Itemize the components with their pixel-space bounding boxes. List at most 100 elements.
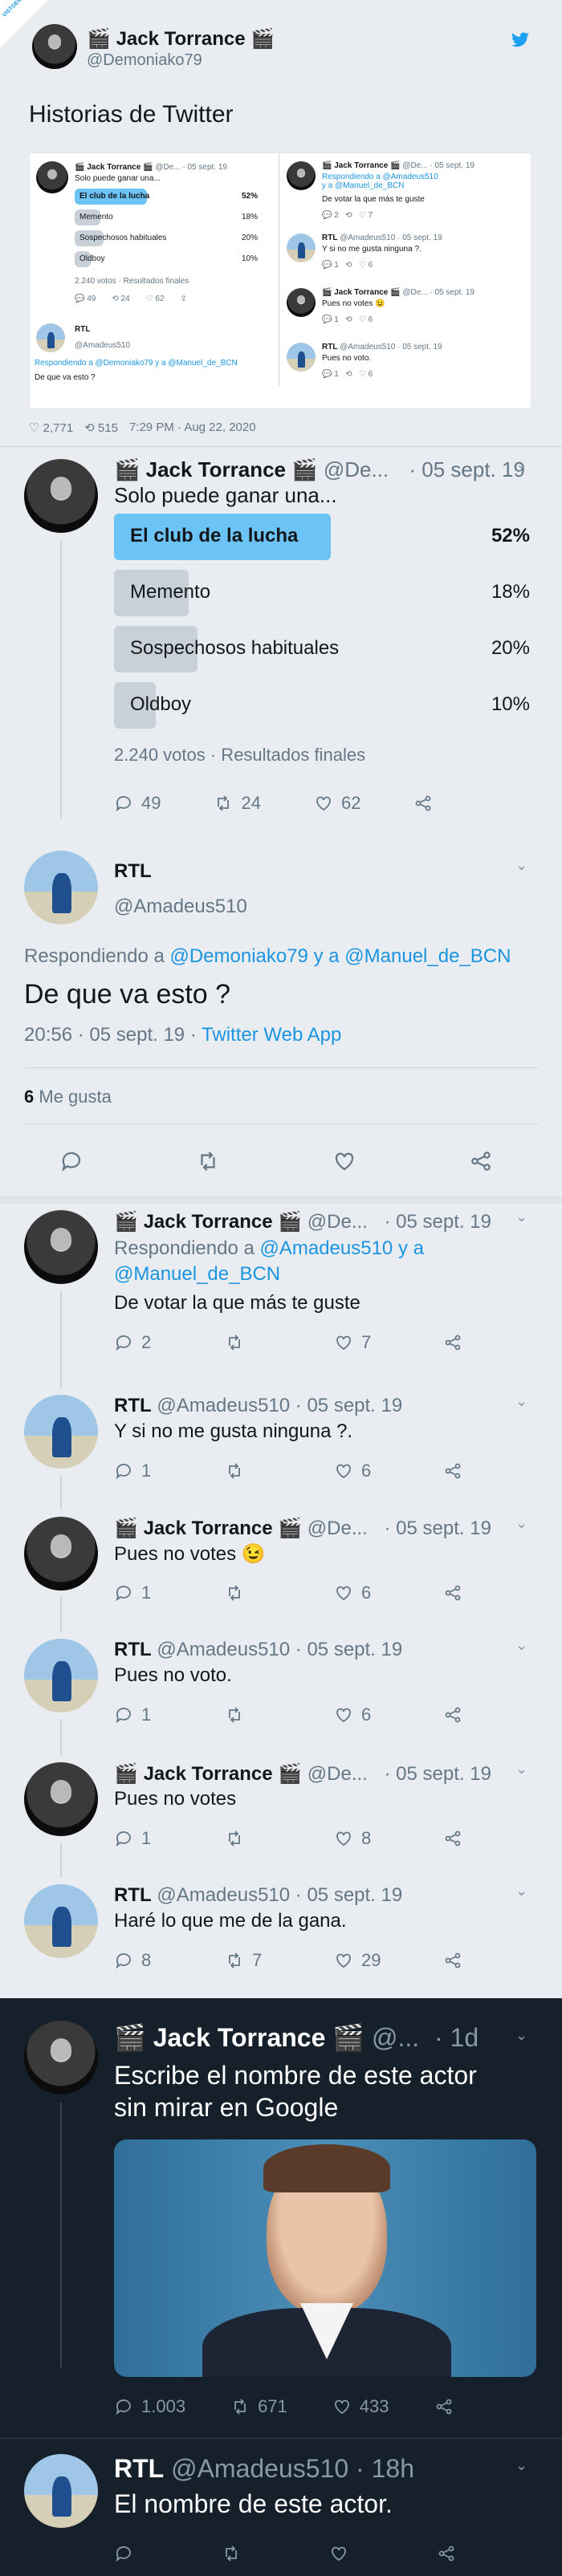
reply-header[interactable]: 🎬 Jack Torrance 🎬 @De... · 05 sept. 19 <box>114 1517 491 1540</box>
retweet-button[interactable]: 7 <box>225 1950 334 1971</box>
reply-button[interactable]: 2 <box>114 1332 225 1353</box>
reply-button[interactable]: 49 <box>114 793 161 814</box>
like-button[interactable]: 433 <box>332 2396 389 2417</box>
reply-button[interactable]: 1.003 <box>114 2396 185 2417</box>
share-button[interactable] <box>469 1149 493 1173</box>
actor-photo[interactable] <box>114 2139 536 2377</box>
focus-avatar[interactable] <box>24 851 98 924</box>
reply-header[interactable]: 🎬 Jack Torrance 🎬 @De... · 05 sept. 19 <box>114 1762 491 1786</box>
share-button[interactable] <box>443 1704 462 1725</box>
reply-text: Pues no voto. <box>114 1664 232 1686</box>
reply-text: Haré lo que me de la gana. <box>114 1910 347 1932</box>
like-button[interactable]: 29 <box>334 1950 443 1971</box>
reply-users-link[interactable]: @Demoniako79 y a @Manuel_de_BCN <box>169 945 511 967</box>
like-button[interactable]: 62 <box>314 793 360 814</box>
focus-handle[interactable]: @Amadeus510 <box>114 896 247 918</box>
reply-button[interactable] <box>59 1149 83 1173</box>
retweet-button[interactable] <box>225 1583 334 1603</box>
reply-avatar[interactable] <box>24 1884 98 1958</box>
like-button[interactable]: 7 <box>334 1332 443 1353</box>
reply-button[interactable]: 1 <box>114 1583 225 1603</box>
reply-header[interactable]: RTL @Amadeus510 · 05 sept. 19 <box>114 1884 402 1907</box>
divider <box>0 1196 562 1204</box>
chevron-down-icon[interactable]: ⌄ <box>515 2457 527 2474</box>
share-button[interactable] <box>434 2396 454 2417</box>
like-button[interactable] <box>329 2544 348 2563</box>
chevron-down-icon[interactable]: ⌄ <box>515 456 527 473</box>
chevron-down-icon[interactable]: ⌄ <box>515 857 527 874</box>
retweet-button[interactable] <box>196 1149 220 1173</box>
like-button[interactable] <box>332 1149 356 1173</box>
chevron-down-icon[interactable]: ⌄ <box>515 1393 527 1410</box>
mini-poll-label: Oldboy <box>79 254 105 263</box>
divider <box>0 446 562 447</box>
reply-avatar[interactable] <box>24 1762 98 1836</box>
mini-poll-label: Sospechosos habituales <box>79 234 167 242</box>
mini-poll-pct: 20% <box>242 234 259 242</box>
retweet-button[interactable] <box>225 1704 334 1725</box>
chevron-down-icon[interactable]: ⌄ <box>515 1883 527 1899</box>
reply-header[interactable]: RTL @Amadeus510 · 05 sept. 19 <box>114 1395 402 1417</box>
reply-avatar[interactable] <box>24 1395 98 1469</box>
header-name[interactable]: 🎬 Jack Torrance 🎬 <box>87 27 275 51</box>
focus-likes[interactable]: 6 Me gusta <box>24 1087 112 1107</box>
chevron-down-icon[interactable]: ⌄ <box>515 1209 527 1225</box>
tweet-header[interactable]: 🎬 Jack Torrance 🎬 @De... · 05 sept. 19 <box>114 457 525 482</box>
app-link[interactable]: Twitter Web App <box>202 1024 341 1046</box>
dark-avatar[interactable] <box>24 2021 98 2095</box>
retweet-button[interactable]: 24 <box>214 793 261 814</box>
focus-actions <box>59 1149 493 1173</box>
share-button[interactable] <box>443 1828 462 1849</box>
share-button[interactable] <box>443 1950 462 1971</box>
reply-button[interactable]: 1 <box>114 1828 225 1849</box>
actor-hair <box>263 2144 390 2192</box>
like-button[interactable]: 6 <box>334 1704 443 1725</box>
share-button[interactable] <box>443 1461 462 1481</box>
retweet-button[interactable] <box>225 1461 334 1481</box>
divider <box>24 1123 538 1124</box>
chevron-down-icon[interactable]: ⌄ <box>515 1761 527 1778</box>
reply-avatar[interactable] <box>24 1639 98 1713</box>
tweet-avatar[interactable] <box>24 459 98 533</box>
share-button[interactable] <box>443 1583 462 1603</box>
poll-votes: 2.240 votos · Resultados finales <box>114 745 366 765</box>
reply-button[interactable] <box>114 2544 133 2563</box>
reply-button[interactable]: 1 <box>114 1461 225 1481</box>
mini-reply-text: De que va esto ? <box>35 373 96 381</box>
chevron-down-icon[interactable]: ⌄ <box>515 1637 527 1654</box>
reply-header[interactable]: RTL @Amadeus510 · 05 sept. 19 <box>114 1639 402 1661</box>
retweet-button[interactable]: 671 <box>230 2396 287 2417</box>
reply-avatar[interactable] <box>24 1210 98 1284</box>
reply-actions: 16 <box>114 1704 462 1725</box>
share-button[interactable] <box>413 793 433 814</box>
share-button[interactable] <box>443 1332 462 1353</box>
share-button[interactable] <box>437 2544 456 2563</box>
mini-screenshot: 🎬 Jack Torrance 🎬 @De... · 05 sept. 19 S… <box>29 152 531 409</box>
dark-rtl-header[interactable]: RTL @Amadeus510 · 18h <box>114 2454 414 2484</box>
focus-name[interactable]: RTL <box>114 860 152 883</box>
mini-avatar <box>36 161 68 193</box>
dark-actions: 1.003 671 433 <box>114 2396 454 2417</box>
reply-avatar[interactable] <box>24 1517 98 1591</box>
retweet-button[interactable] <box>222 2544 241 2563</box>
chevron-down-icon[interactable]: ⌄ <box>515 2027 527 2044</box>
like-button[interactable]: 6 <box>334 1461 443 1481</box>
poll-option-label: El club de la lucha <box>130 525 299 546</box>
poll-option-label: Oldboy <box>130 693 192 715</box>
chevron-down-icon[interactable]: ⌄ <box>515 1515 527 1532</box>
reply-button[interactable]: 8 <box>114 1950 225 1971</box>
reply-actions: 8 7 29 <box>114 1950 462 1971</box>
like-button[interactable]: 8 <box>334 1828 443 1849</box>
header-handle[interactable]: @Demoniako79 <box>87 51 202 70</box>
dark-rtl-avatar[interactable] <box>24 2454 98 2528</box>
reply-header[interactable]: 🎬 Jack Torrance 🎬 @De... · 05 sept. 19 <box>114 1210 491 1233</box>
reply-to: Respondiendo a @Amadeus510 y a @Manuel_d… <box>114 1237 424 1285</box>
reply-button[interactable]: 1 <box>114 1704 225 1725</box>
retweet-button[interactable] <box>225 1828 334 1849</box>
header-avatar[interactable] <box>32 24 77 69</box>
retweet-button[interactable] <box>225 1332 334 1353</box>
dark-header[interactable]: 🎬 Jack Torrance 🎬 @... · 1d <box>114 2022 479 2053</box>
like-button[interactable]: 6 <box>334 1583 443 1603</box>
mini-votes: 2.240 votos · Resultados finales <box>75 277 189 286</box>
mini-stats: ♡ 2,771 ⟲ 515 7:29 PM · Aug 22, 2020 <box>29 421 256 435</box>
